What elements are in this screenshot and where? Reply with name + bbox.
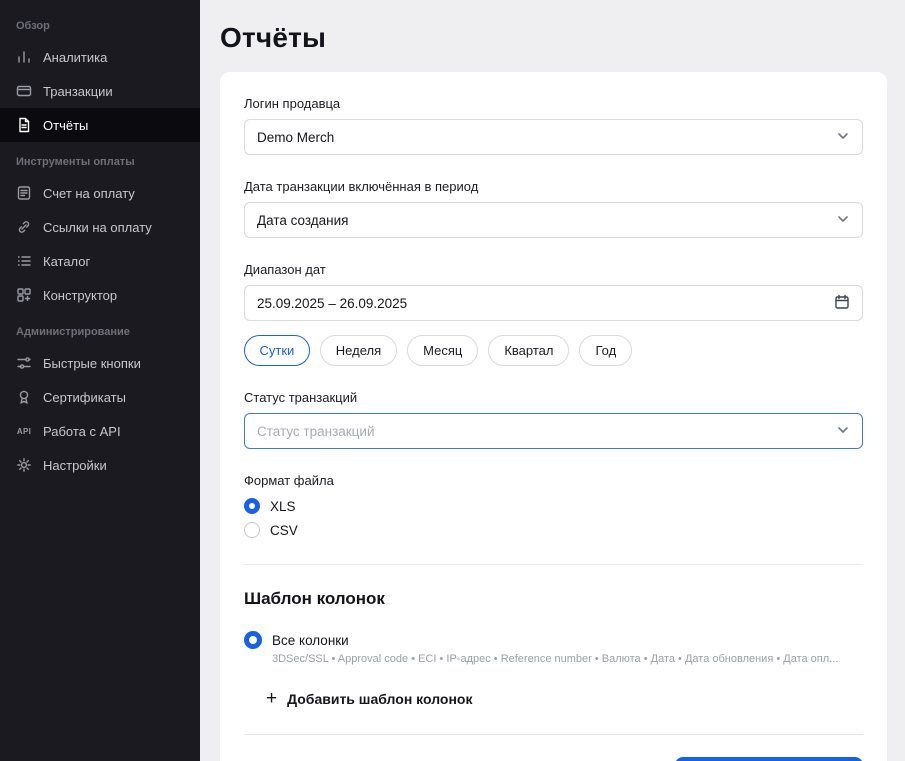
chip-quarter[interactable]: Квартал: [488, 335, 570, 366]
generate-report-button[interactable]: Сгенерировать отчёт: [675, 757, 863, 761]
date-type-value: Дата создания: [257, 212, 349, 228]
settings-icon: [16, 457, 32, 473]
catalog-icon: [16, 253, 32, 269]
analytics-icon: [16, 49, 32, 65]
radio-xls[interactable]: XLS: [244, 498, 863, 514]
file-format-label: Формат файла: [244, 473, 334, 488]
chevron-down-icon: [836, 129, 850, 146]
date-range-input[interactable]: 25.09.2025 – 26.09.2025: [244, 285, 863, 321]
date-range-label: Диапазон дат: [244, 262, 326, 277]
link-icon: [16, 219, 32, 235]
invoice-icon: [16, 185, 32, 201]
sidebar-item-label: Ссылки на оплату: [43, 219, 152, 235]
sidebar-item-label: Каталог: [43, 253, 91, 269]
sidebar: Обзор Аналитика Транзакции Отчёты Инстру…: [0, 0, 200, 761]
sidebar-item-reports[interactable]: Отчёты: [0, 108, 200, 142]
chip-week[interactable]: Неделя: [319, 335, 398, 366]
sidebar-item-invoice[interactable]: Счет на оплату: [0, 176, 200, 210]
constructor-icon: [16, 287, 32, 303]
date-range-value: 25.09.2025 – 26.09.2025: [257, 295, 408, 311]
sidebar-item-label: Аналитика: [43, 49, 108, 65]
main-content: Отчёты Логин продавца Demo Merch Дата тр…: [200, 0, 905, 761]
sidebar-item-label: Транзакции: [43, 83, 113, 99]
sidebar-item-payment-links[interactable]: Ссылки на оплату: [0, 210, 200, 244]
all-columns-option[interactable]: Все колонки 3DSec/SSL • Approval code • …: [244, 631, 863, 665]
radio-all-columns-control[interactable]: [244, 631, 262, 649]
sidebar-item-certificates[interactable]: Сертификаты: [0, 380, 200, 414]
sidebar-item-analytics[interactable]: Аналитика: [0, 40, 200, 74]
sidebar-section-payment-tools: Инструменты оплаты: [16, 156, 135, 168]
sidebar-item-quick-buttons[interactable]: Быстрые кнопки: [0, 346, 200, 380]
sidebar-item-transactions[interactable]: Транзакции: [0, 74, 200, 108]
sidebar-item-label: Быстрые кнопки: [43, 355, 141, 371]
date-range-group: Диапазон дат 25.09.2025 – 26.09.2025: [244, 262, 863, 321]
sidebar-item-api[interactable]: API Работа с API: [0, 414, 200, 448]
form-footer: Сгенерировать отчёт: [244, 735, 863, 761]
columns-template-heading: Шаблон колонок: [244, 589, 385, 608]
merchant-login-select[interactable]: Demo Merch: [244, 119, 863, 155]
chevron-down-icon: [836, 423, 850, 440]
quick-buttons-icon: [16, 355, 32, 371]
sidebar-section-administration: Администрирование: [16, 326, 130, 338]
date-type-select[interactable]: Дата создания: [244, 202, 863, 238]
status-group: Статус транзакций Статус транзакций: [244, 390, 863, 449]
certificates-icon: [16, 389, 32, 405]
chip-year[interactable]: Год: [579, 335, 633, 366]
sidebar-item-label: Настройки: [43, 457, 107, 473]
calendar-icon[interactable]: [834, 294, 850, 313]
status-placeholder: Статус транзакций: [257, 423, 375, 439]
sidebar-item-label: Счет на оплату: [43, 185, 135, 201]
transactions-icon: [16, 83, 32, 99]
columns-preview: 3DSec/SSL • Approval code • ECI • IP-адр…: [272, 653, 839, 665]
add-template-label: Добавить шаблон колонок: [287, 690, 473, 707]
radio-xls-label: XLS: [270, 498, 296, 514]
all-columns-label: Все колонки: [272, 632, 349, 648]
merchant-login-label: Логин продавца: [244, 96, 341, 111]
merchant-login-value: Demo Merch: [257, 129, 335, 145]
status-select[interactable]: Статус транзакций: [244, 413, 863, 449]
date-type-label: Дата транзакции включённая в период: [244, 179, 479, 194]
radio-csv-label: CSV: [270, 522, 298, 538]
radio-csv[interactable]: CSV: [244, 522, 863, 538]
sidebar-item-catalog[interactable]: Каталог: [0, 244, 200, 278]
reports-icon: [16, 117, 32, 133]
radio-csv-control[interactable]: [244, 522, 260, 538]
divider: [244, 564, 863, 565]
add-template-button[interactable]: + Добавить шаблон колонок: [266, 689, 472, 708]
merchant-login-group: Логин продавца Demo Merch: [244, 96, 863, 155]
page-title: Отчёты: [220, 22, 327, 53]
sidebar-item-label: Отчёты: [43, 117, 89, 133]
report-form-card: Логин продавца Demo Merch Дата транзакци…: [220, 72, 887, 761]
date-type-group: Дата транзакции включённая в период Дата…: [244, 179, 863, 238]
sidebar-item-constructor[interactable]: Конструктор: [0, 278, 200, 312]
plus-icon: +: [266, 688, 278, 709]
sidebar-section-overview: Обзор: [16, 20, 50, 32]
chip-day[interactable]: Сутки: [244, 335, 310, 366]
status-label: Статус транзакций: [244, 390, 358, 405]
chevron-down-icon: [836, 212, 850, 229]
radio-xls-control[interactable]: [244, 498, 260, 514]
sidebar-item-label: Работа с API: [43, 423, 121, 439]
sidebar-item-settings[interactable]: Настройки: [0, 448, 200, 482]
sidebar-item-label: Конструктор: [43, 287, 118, 303]
sidebar-item-label: Сертификаты: [43, 389, 126, 405]
api-icon: API: [16, 426, 32, 436]
chip-month[interactable]: Месяц: [407, 335, 479, 366]
file-format-group: Формат файла XLS CSV: [244, 473, 863, 538]
period-chips: Сутки Неделя Месяц Квартал Год: [244, 335, 863, 366]
